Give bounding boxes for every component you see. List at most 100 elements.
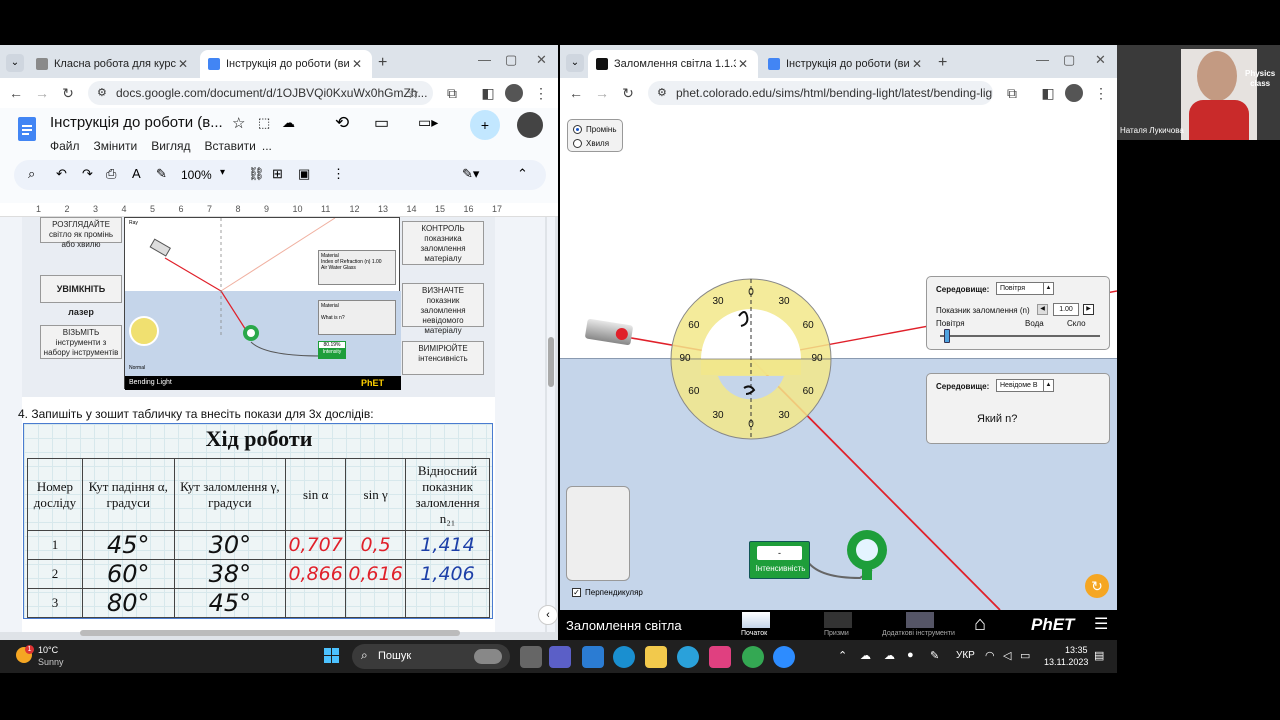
- close-icon[interactable]: ✕: [176, 57, 190, 71]
- intensity-meter[interactable]: - Інтенсивність: [749, 541, 810, 579]
- screen-prisms[interactable]: Призми: [824, 630, 849, 637]
- collapse-panel-icon[interactable]: ‹: [538, 605, 558, 625]
- new-tab-icon[interactable]: +: [938, 54, 947, 72]
- normal-checkbox[interactable]: ✓ Перпендикуляр: [572, 588, 643, 597]
- clock-date[interactable]: 13.11.2023: [1044, 657, 1088, 667]
- task-text[interactable]: 4. Запишіть у зошит табличку та внесіть …: [18, 407, 374, 421]
- chrome-icon[interactable]: [742, 646, 764, 668]
- tab-search-icon[interactable]: ⌄: [566, 54, 584, 72]
- weather-desc[interactable]: Sunny: [38, 657, 64, 667]
- telegram-icon[interactable]: [677, 646, 699, 668]
- explorer-icon[interactable]: [645, 646, 667, 668]
- close-icon[interactable]: ✕: [910, 57, 924, 71]
- ior-value-field[interactable]: 1.00: [1053, 303, 1079, 316]
- chevron-down-icon[interactable]: ▾: [220, 167, 225, 178]
- insert-image-icon[interactable]: ▣: [298, 166, 310, 182]
- ruler[interactable]: 1 2 3 4 5 6 7 8 9 10 11 12 13 14 15 16 17: [0, 203, 558, 217]
- maximize-icon[interactable]: ▢: [1063, 52, 1075, 68]
- add-comment-icon[interactable]: ⊞: [272, 166, 283, 182]
- phet-logo[interactable]: PhET: [1031, 615, 1074, 635]
- tab-classwork[interactable]: Класна робота для курсу "9-Б ✕: [28, 50, 198, 78]
- profile-avatar[interactable]: [1065, 84, 1083, 102]
- back-icon[interactable]: ←: [6, 83, 26, 103]
- comments-icon[interactable]: ▭: [374, 113, 389, 133]
- menu-edit[interactable]: Змінити: [94, 139, 138, 153]
- store-icon[interactable]: [582, 646, 604, 668]
- menu-icon[interactable]: ⋮: [1091, 83, 1111, 103]
- cloud-sync-icon[interactable]: ☁: [884, 649, 895, 662]
- zoom-icon[interactable]: [773, 646, 795, 668]
- site-info-icon[interactable]: ⚙: [97, 86, 107, 99]
- reload-icon[interactable]: ↻: [58, 83, 78, 103]
- toolbox-panel[interactable]: [566, 486, 630, 581]
- tray-chevron-icon[interactable]: ⌃: [838, 649, 847, 662]
- pen-icon[interactable]: ✎: [930, 649, 939, 662]
- laser-button-icon[interactable]: [614, 327, 629, 341]
- move-folder-icon[interactable]: ⬚: [258, 115, 270, 131]
- spellcheck-icon[interactable]: A: [132, 166, 141, 181]
- clock-time[interactable]: 13:35: [1065, 645, 1088, 655]
- taskbar-search[interactable]: ⌕ Пошук: [352, 644, 510, 669]
- cloud-status-icon[interactable]: ☁: [282, 115, 295, 131]
- ray-radio[interactable]: Промінь: [573, 125, 617, 134]
- onedrive-icon[interactable]: ☁: [860, 649, 871, 662]
- menu-icon[interactable]: ⋮: [531, 83, 551, 103]
- reload-icon[interactable]: ↻: [618, 83, 638, 103]
- start-icon[interactable]: [324, 648, 340, 664]
- dropdown-arrow-icon[interactable]: ▲: [1043, 283, 1053, 294]
- minimize-icon[interactable]: —: [478, 52, 491, 67]
- window-close-icon[interactable]: ✕: [1095, 52, 1106, 68]
- bookmark-star-icon[interactable]: ☆: [403, 83, 423, 103]
- tab-instruction[interactable]: Інструкція до роботи (вик. у з ✕: [200, 50, 372, 78]
- teams-icon[interactable]: [549, 646, 571, 668]
- share-button[interactable]: +: [470, 110, 500, 140]
- top-medium-select[interactable]: Повітря ▲: [996, 282, 1054, 295]
- collapse-icon[interactable]: ⌃: [517, 166, 528, 182]
- link-icon[interactable]: ⛓: [248, 166, 265, 182]
- address-bar[interactable]: ⚙ docs.google.com/document/d/1OJBVQi0Kxu…: [88, 81, 433, 105]
- editing-mode-icon[interactable]: ✎▾: [462, 166, 479, 182]
- sidepanel-icon[interactable]: ◧: [478, 83, 498, 103]
- maximize-icon[interactable]: ▢: [505, 52, 517, 68]
- home-icon[interactable]: ⌂: [974, 613, 986, 636]
- profile-avatar[interactable]: [505, 84, 523, 102]
- weather-temp[interactable]: 10°C: [38, 645, 58, 655]
- ior-slider-thumb[interactable]: [944, 329, 950, 343]
- screen-more-tools-icon[interactable]: [906, 612, 934, 628]
- work-table-image[interactable]: Хід роботи Номер досліду Кут падіння α, …: [23, 423, 493, 619]
- back-icon[interactable]: ←: [566, 83, 586, 103]
- extensions-icon[interactable]: ⧉: [1002, 83, 1022, 103]
- address-bar[interactable]: ⚙ phet.colorado.edu/sims/html/bending-li…: [648, 81, 993, 105]
- site-info-icon[interactable]: ⚙: [657, 86, 667, 99]
- window-close-icon[interactable]: ✕: [536, 52, 547, 68]
- history-icon[interactable]: ⟲: [335, 113, 349, 133]
- menu-file[interactable]: Файл: [50, 139, 80, 153]
- intensity-probe[interactable]: [847, 530, 887, 580]
- edge-icon[interactable]: [613, 646, 635, 668]
- mic-icon[interactable]: ●: [907, 649, 914, 661]
- menu-view[interactable]: Вигляд: [151, 139, 190, 153]
- bottom-medium-select[interactable]: Невідоме В ▲: [996, 379, 1054, 392]
- notification-icon[interactable]: ▤: [1094, 649, 1104, 662]
- search-icon[interactable]: ⌕: [28, 166, 35, 182]
- language-indicator[interactable]: УКР: [956, 650, 975, 661]
- screen-prisms-icon[interactable]: [824, 612, 852, 628]
- wifi-icon[interactable]: ◠: [985, 649, 995, 662]
- wave-radio[interactable]: Хвиля: [573, 139, 609, 148]
- more-icon[interactable]: ⋮: [332, 166, 345, 182]
- docs-logo-icon[interactable]: [18, 117, 36, 141]
- print-icon[interactable]: ⎙: [106, 166, 116, 182]
- volume-icon[interactable]: ◁: [1003, 649, 1011, 662]
- star-icon[interactable]: ☆: [232, 114, 245, 132]
- new-tab-icon[interactable]: +: [378, 54, 387, 72]
- redo-icon[interactable]: ↷: [82, 166, 93, 182]
- forward-icon[interactable]: →: [32, 83, 52, 103]
- screen-more-tools[interactable]: Додаткові інструменти: [882, 630, 955, 637]
- tab-phet-sim[interactable]: Заломлення світла 1.1.30 ✕: [588, 50, 758, 78]
- reset-all-button[interactable]: ↻: [1085, 574, 1109, 598]
- paint-format-icon[interactable]: ✎: [156, 166, 167, 182]
- increase-arrow-icon[interactable]: ▶: [1083, 304, 1094, 315]
- zoom-select[interactable]: 100%: [181, 168, 212, 182]
- menu-insert[interactable]: Вставити: [205, 139, 256, 153]
- close-icon[interactable]: ✕: [350, 57, 364, 71]
